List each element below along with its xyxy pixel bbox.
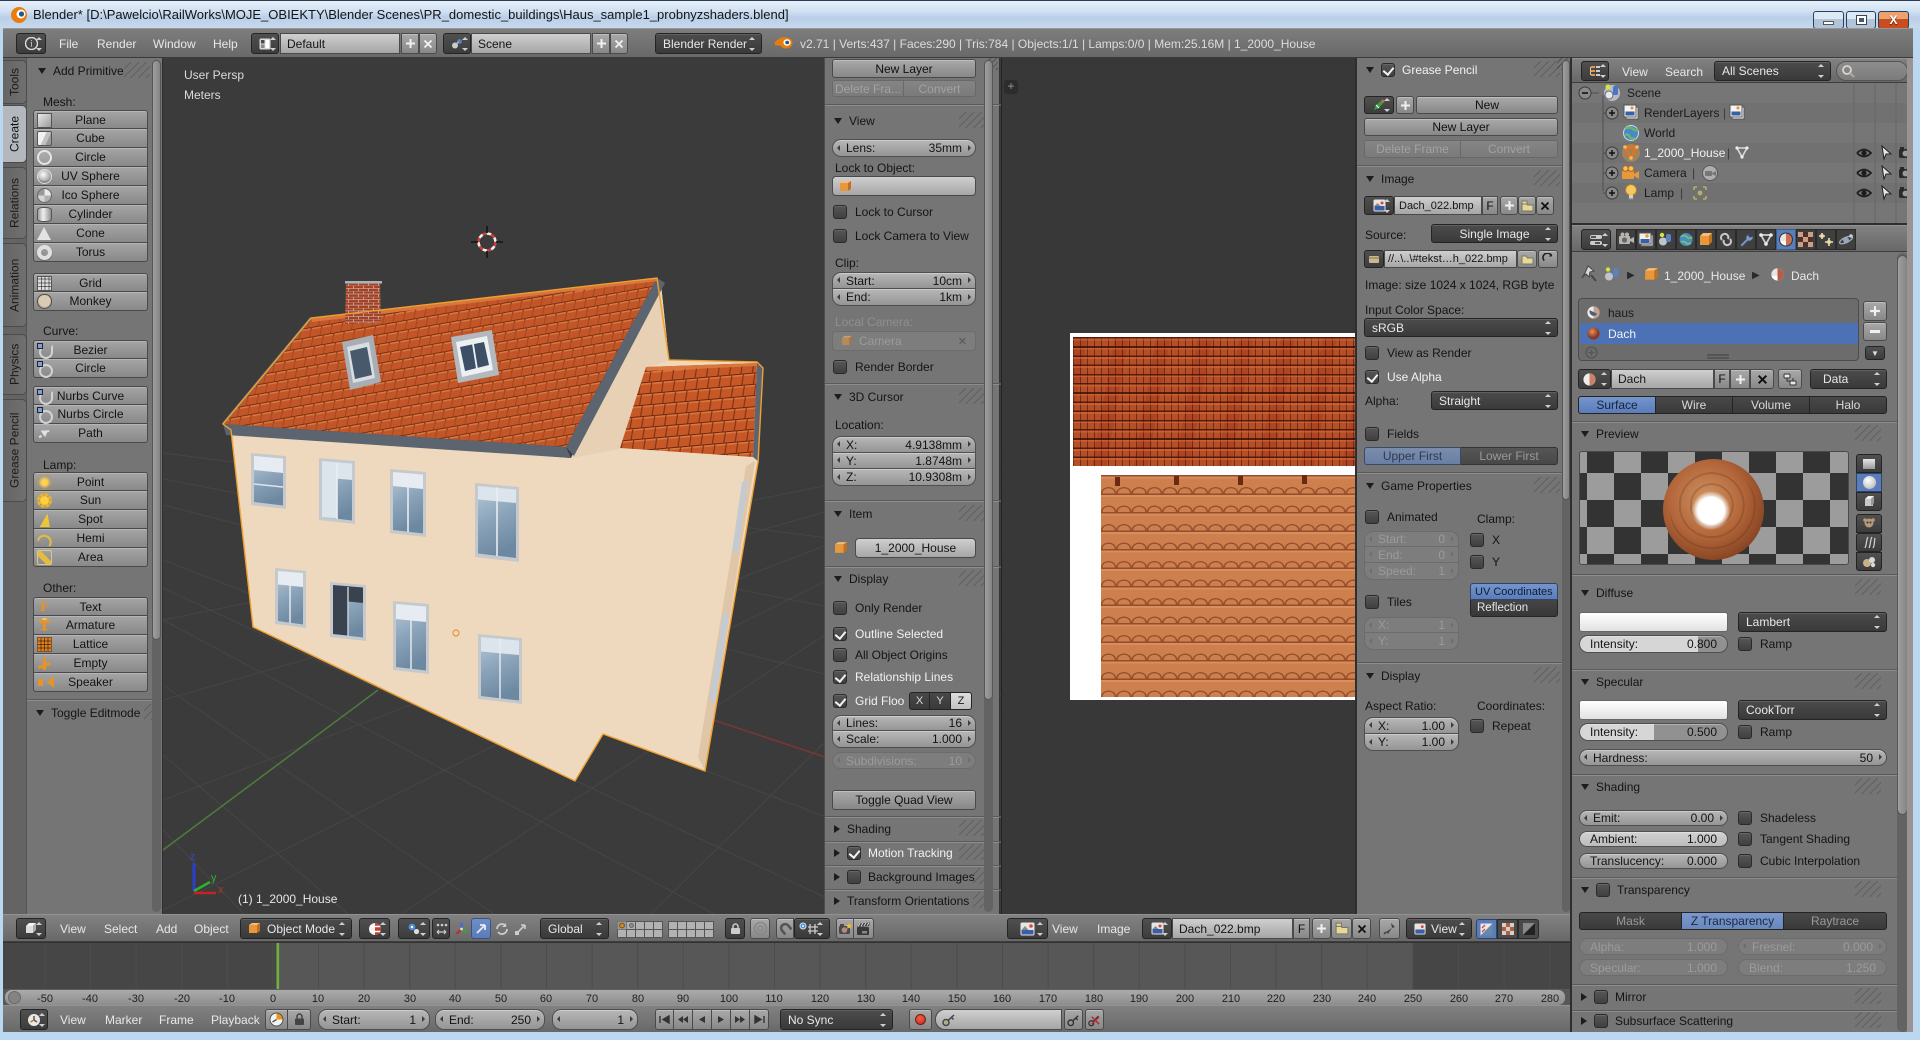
svg-text:120: 120	[811, 993, 829, 1005]
svg-text:90: 90	[677, 993, 689, 1005]
svg-text:0: 0	[270, 993, 276, 1005]
svg-text:60: 60	[540, 993, 552, 1005]
svg-text:Camera: Camera	[1644, 166, 1687, 180]
svg-text:|: |	[1680, 186, 1683, 200]
svg-text:230: 230	[1313, 993, 1331, 1005]
svg-text:150: 150	[948, 993, 966, 1005]
svg-text:User Persp: User Persp	[184, 68, 244, 82]
svg-text:140: 140	[902, 993, 920, 1005]
svg-text:|: |	[1723, 106, 1726, 120]
svg-text:i: i	[30, 39, 33, 49]
svg-text:190: 190	[1130, 993, 1148, 1005]
svg-text:110: 110	[765, 993, 783, 1005]
svg-text:z: z	[190, 851, 196, 863]
svg-text:240: 240	[1358, 993, 1376, 1005]
svg-text:World: World	[1644, 126, 1675, 140]
svg-text:30: 30	[404, 993, 416, 1005]
svg-text:|: |	[1692, 166, 1695, 180]
svg-text:280: 280	[1541, 993, 1559, 1005]
svg-text:20: 20	[358, 993, 370, 1005]
svg-text:RenderLayers: RenderLayers	[1644, 106, 1719, 120]
svg-text:-50: -50	[37, 993, 53, 1005]
svg-text:170: 170	[1039, 993, 1057, 1005]
svg-text:250: 250	[1404, 993, 1422, 1005]
svg-text:180: 180	[1085, 993, 1103, 1005]
svg-text:-40: -40	[82, 993, 98, 1005]
svg-text:260: 260	[1450, 993, 1468, 1005]
svg-text:270: 270	[1495, 993, 1513, 1005]
svg-text:Lamp: Lamp	[1644, 186, 1674, 200]
svg-text:220: 220	[1267, 993, 1285, 1005]
svg-text:x: x	[218, 884, 224, 896]
svg-text:Meters: Meters	[184, 88, 221, 102]
svg-text:80: 80	[632, 993, 644, 1005]
svg-text:1_2000_House: 1_2000_House	[1644, 146, 1726, 160]
svg-text:(1) 1_2000_House: (1) 1_2000_House	[238, 892, 338, 906]
svg-text:210: 210	[1222, 993, 1240, 1005]
svg-text:Scene: Scene	[1627, 86, 1661, 100]
svg-text:70: 70	[586, 993, 598, 1005]
svg-text:50: 50	[495, 993, 507, 1005]
svg-text:y: y	[211, 872, 217, 884]
svg-text:-10: -10	[219, 993, 235, 1005]
svg-text:130: 130	[857, 993, 875, 1005]
svg-text:|: |	[1727, 146, 1730, 160]
svg-text:10: 10	[312, 993, 324, 1005]
svg-text:100: 100	[720, 993, 738, 1005]
svg-text:160: 160	[993, 993, 1011, 1005]
svg-text:40: 40	[449, 993, 461, 1005]
svg-text:200: 200	[1176, 993, 1194, 1005]
svg-text:-20: -20	[174, 993, 190, 1005]
svg-text:-30: -30	[128, 993, 144, 1005]
